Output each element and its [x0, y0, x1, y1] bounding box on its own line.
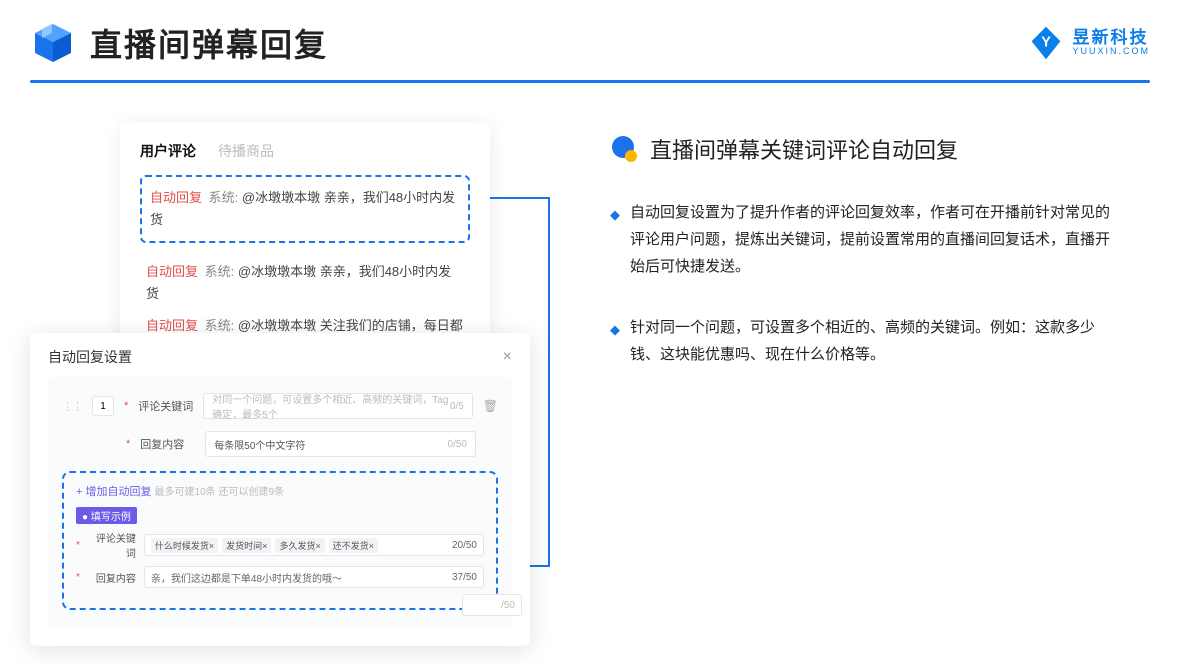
auto-reply-badge: 自动回复	[146, 318, 198, 333]
system-label: 系统:	[205, 318, 235, 333]
delete-icon[interactable]: 🗑	[483, 399, 498, 413]
description-panel: 直播间弹幕关键词评论自动回复 ◆ 自动回复设置为了提升作者的评论回复效率，作者可…	[610, 123, 1150, 623]
system-label: 系统:	[209, 190, 239, 205]
add-auto-reply-link[interactable]: + 增加自动回复	[76, 486, 151, 498]
example-badge: ● 填写示例	[76, 507, 137, 524]
comment-item: 自动回复 系统: @冰墩墩本墩 亲亲，我们48小时内发货	[140, 251, 470, 315]
logo-text-en: YUUXIN.COM	[1072, 47, 1150, 57]
logo-text-cn: 昱新科技	[1072, 29, 1150, 48]
section-title-text: 直播间弹幕关键词评论自动回复	[650, 133, 958, 165]
comment-item-highlighted: 自动回复 系统: @冰墩墩本墩 亲亲，我们48小时内发货	[140, 175, 470, 243]
bullet-item: ◆ 针对同一个问题，可设置多个相近的、高频的关键词。例如：这款多少钱、这块能优惠…	[610, 314, 1150, 368]
keyword-placeholder: 对同一个问题，可设置多个相近、高频的关键词，Tag确定，最多5个	[212, 391, 450, 421]
example-keyword-counter: 20/50	[452, 540, 477, 551]
diamond-bullet-icon: ◆	[610, 203, 620, 280]
label-content: 回复内容	[140, 436, 195, 452]
example-content-counter: 37/50	[452, 572, 477, 583]
diamond-bullet-icon: ◆	[610, 318, 620, 368]
screenshot-mock-area: 用户评论 待播商品 自动回复 系统: @冰墩墩本墩 亲亲，我们48小时内发货 自…	[30, 123, 570, 623]
example-tag: 还不发货×	[329, 538, 378, 553]
tab-pending-products[interactable]: 待播商品	[218, 141, 274, 161]
settings-title: 自动回复设置	[48, 347, 132, 367]
example-tag: 发货时间×	[222, 538, 271, 553]
overhang-counter-input[interactable]: /50	[462, 594, 522, 616]
required-icon: *	[76, 572, 80, 583]
example-tag: 什么时候发货×	[151, 538, 218, 553]
keyword-input[interactable]: 对同一个问题，可设置多个相近、高频的关键词，Tag确定，最多5个 0/5	[203, 393, 472, 419]
tab-user-comments[interactable]: 用户评论	[140, 141, 196, 161]
page-title: 直播间弹幕回复	[90, 20, 328, 66]
auto-reply-badge: 自动回复	[146, 264, 198, 279]
content-placeholder: 每条限50个中文字符	[214, 437, 305, 452]
logo-mark-icon: Y	[1028, 25, 1064, 61]
header: 直播间弹幕回复 Y 昱新科技 YUUXIN.COM	[0, 0, 1180, 66]
label-keyword: 评论关键词	[138, 398, 193, 414]
form-row-keyword: ⋮⋮ 1 * 评论关键词 对同一个问题，可设置多个相近、高频的关键词，Tag确定…	[62, 393, 498, 419]
example-label-content: 回复内容	[88, 570, 136, 585]
keyword-counter: 0/5	[450, 401, 464, 412]
settings-panel: 自动回复设置 × ⋮⋮ 1 * 评论关键词 对同一个问题，可设置多个相近、高频的…	[30, 333, 530, 646]
index-badge: 1	[92, 396, 114, 416]
example-content-value: 亲，我们这边都是下单48小时内发货的哦～	[151, 570, 342, 585]
required-icon: *	[126, 438, 130, 450]
example-highlight-box: + 增加自动回复 最多可建10条 还可以创建9条 ● 填写示例 * 评论关键词 …	[62, 471, 498, 610]
bullet-text: 自动回复设置为了提升作者的评论回复效率，作者可在开播前针对常见的评论用户问题，提…	[630, 199, 1120, 280]
chat-bubble-icon	[610, 135, 638, 163]
example-keyword-input[interactable]: 什么时候发货× 发货时间× 多久发货× 还不发货× 20/50	[144, 534, 484, 556]
system-label: 系统:	[205, 264, 235, 279]
example-row-content: * 回复内容 亲，我们这边都是下单48小时内发货的哦～ 37/50	[76, 566, 484, 588]
svg-text:Y: Y	[1042, 35, 1052, 51]
close-icon[interactable]: ×	[503, 348, 512, 366]
auto-reply-badge: 自动回复	[150, 190, 202, 205]
add-hint: 最多可建10条 还可以创建9条	[155, 487, 284, 498]
required-icon: *	[76, 540, 80, 551]
bullet-text: 针对同一个问题，可设置多个相近的、高频的关键词。例如：这款多少钱、这块能优惠吗、…	[630, 314, 1120, 368]
brand-logo: Y 昱新科技 YUUXIN.COM	[1028, 25, 1150, 61]
required-icon: *	[124, 400, 128, 412]
drag-handle-icon[interactable]: ⋮⋮	[62, 400, 82, 413]
example-row-keyword: * 评论关键词 什么时候发货× 发货时间× 多久发货× 还不发货× 20/50	[76, 530, 484, 560]
cube-icon	[30, 20, 76, 66]
example-label-keyword: 评论关键词	[88, 530, 136, 560]
example-tag: 多久发货×	[275, 538, 324, 553]
content-input[interactable]: 每条限50个中文字符 0/50	[205, 431, 476, 457]
content-counter: 0/50	[448, 439, 467, 450]
overhang-counter: /50	[501, 600, 515, 611]
example-content-input[interactable]: 亲，我们这边都是下单48小时内发货的哦～ 37/50	[144, 566, 484, 588]
form-row-content: * 回复内容 每条限50个中文字符 0/50	[62, 431, 498, 457]
bullet-item: ◆ 自动回复设置为了提升作者的评论回复效率，作者可在开播前针对常见的评论用户问题…	[610, 199, 1150, 280]
